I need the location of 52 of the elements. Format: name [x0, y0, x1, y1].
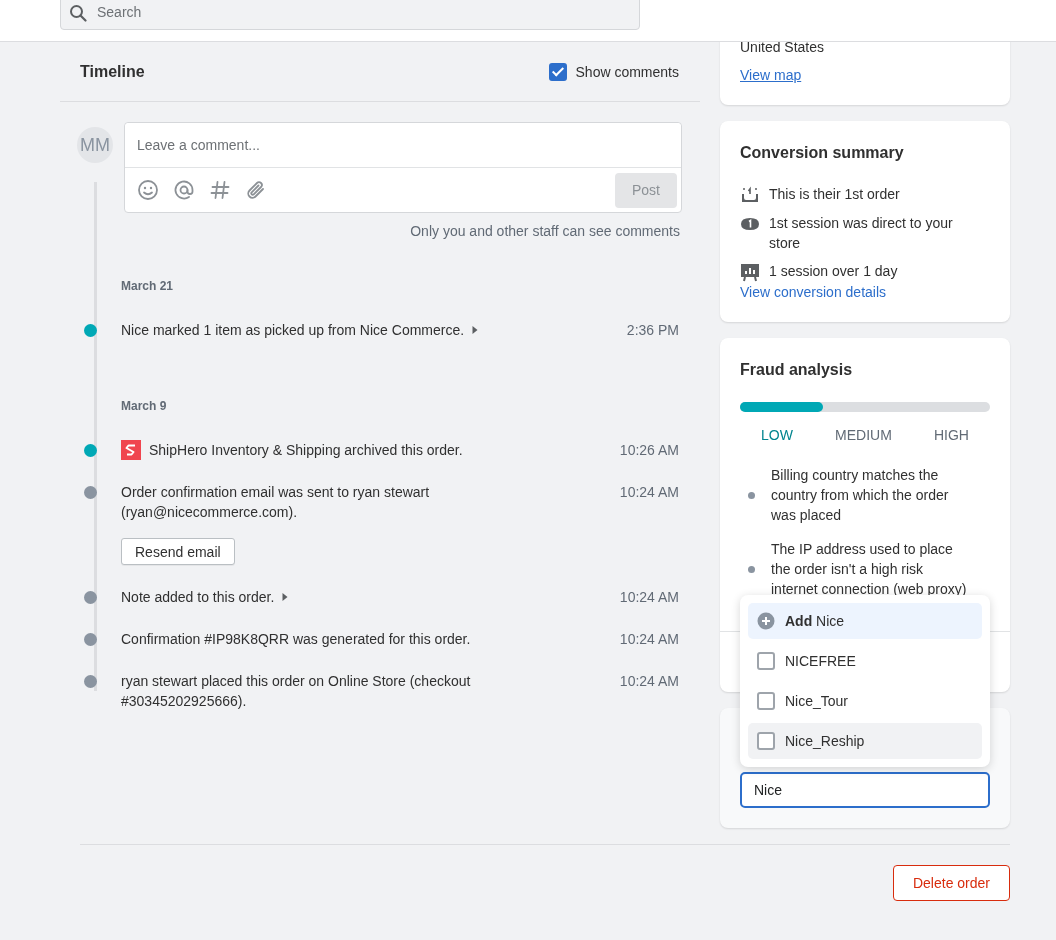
- tag-option[interactable]: Nice_Reship: [748, 723, 982, 759]
- search-icon: [69, 4, 87, 22]
- comment-field[interactable]: Leave a comment...: [125, 123, 681, 168]
- event-text: ShipHero Inventory & Shipping archived this order.: [149, 441, 463, 460]
- event-text: ryan stewart placed this order on Online Store (checkout #30345202925666).: [121, 672, 472, 711]
- view-map-link[interactable]: View map: [740, 65, 802, 85]
- card-title: Fraud analysis: [740, 360, 854, 380]
- event-time: 10:24 AM: [618, 630, 679, 649]
- at-sign-icon[interactable]: [172, 178, 196, 202]
- conversion-text: This is their 1st order: [769, 185, 900, 204]
- event-text: Nice marked 1 item as picked up from Nice Commerce.: [121, 321, 465, 340]
- tag-option[interactable]: NICEFREE: [748, 643, 982, 679]
- chart-icon: [740, 262, 760, 282]
- smiley-icon[interactable]: [136, 178, 160, 202]
- conversion-text: 1st session was direct to your store: [769, 214, 954, 253]
- helper-text: Only you and other staff can see comments: [409, 222, 681, 241]
- app-logo-icon: [121, 440, 141, 460]
- risk-level-label: HIGH: [933, 426, 969, 445]
- event-time: 10:24 AM: [618, 483, 679, 502]
- event-time: 10:26 AM: [618, 441, 679, 460]
- risk-level-label: MEDIUM: [835, 426, 892, 445]
- address-text: United States: [740, 38, 826, 57]
- resend-email-button[interactable]: Resend email: [121, 538, 235, 565]
- card-title: Conversion summary: [740, 143, 905, 163]
- event-text: Order confirmation email was sent to ryan stewart (ryan@nicecommerce.com).: [121, 483, 431, 522]
- bullet-icon: [748, 491, 755, 499]
- event-time: 10:24 AM: [618, 672, 679, 691]
- caret-icon[interactable]: [472, 325, 479, 335]
- conversion-text: 1 session over 1 day: [769, 262, 898, 281]
- event-time: 2:36 PM: [625, 321, 679, 340]
- delete-order-button[interactable]: Delete order: [893, 865, 1010, 901]
- event-text: Note added to this order.: [121, 588, 275, 607]
- date-heading: March 21: [121, 278, 175, 295]
- tag-option[interactable]: Nice_Tour: [748, 683, 982, 719]
- avatar: MM: [77, 127, 113, 163]
- timeline-title: Timeline: [80, 62, 145, 81]
- bullet-icon: [748, 565, 755, 573]
- search-field[interactable]: Search: [60, 0, 640, 30]
- risk-level-label: LOW: [761, 426, 793, 445]
- tag-option[interactable]: Add Nice: [748, 603, 982, 639]
- caret-icon[interactable]: [282, 592, 289, 602]
- event-text: Confirmation #IP98K8QRR was generated for this order.: [121, 630, 471, 649]
- hashtag-icon[interactable]: [208, 178, 232, 202]
- fraud-reason: Billing country matches the country from which the order was placed: [771, 466, 950, 525]
- checkbox-label[interactable]: Show comments: [575, 63, 679, 80]
- event-time: 10:24 AM: [618, 588, 679, 607]
- date-heading: March 9: [121, 398, 168, 415]
- checkbox[interactable]: [548, 62, 567, 81]
- conversion-details-link[interactable]: View conversion details: [740, 284, 887, 300]
- tag-input-field[interactable]: Nice: [740, 772, 990, 808]
- first-order-icon: [740, 185, 760, 205]
- plus-circle-icon: [757, 612, 775, 630]
